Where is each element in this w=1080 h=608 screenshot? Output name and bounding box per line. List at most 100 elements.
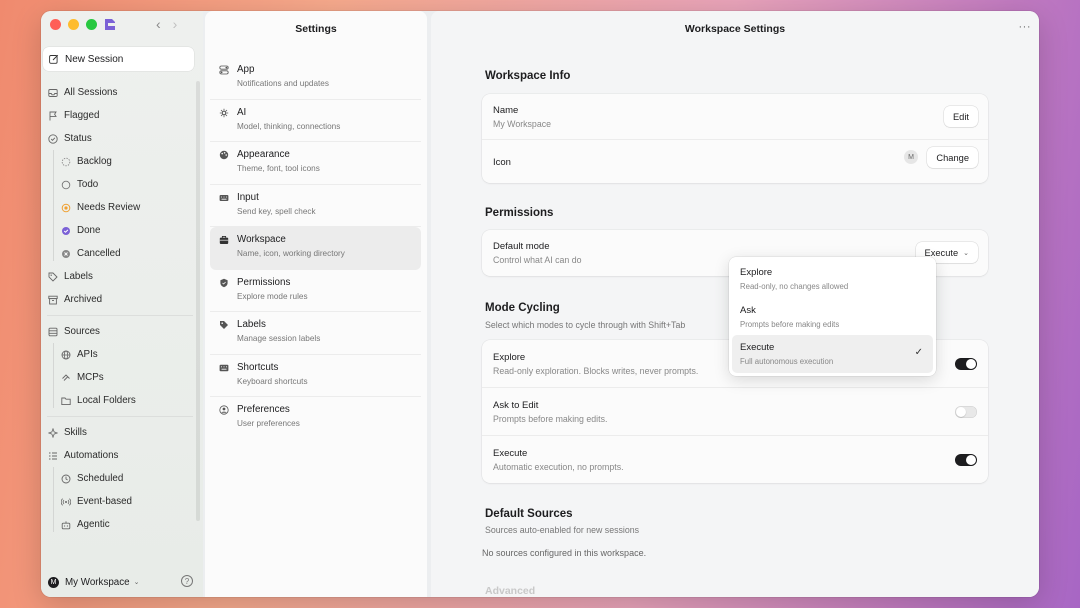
settings-item-title: Labels (237, 319, 266, 330)
archive-icon (48, 295, 58, 305)
sidebar-item-archived[interactable]: Archived (41, 288, 201, 311)
zoom-window-button[interactable] (86, 19, 97, 30)
sidebar-item-scheduled[interactable]: Scheduled (41, 467, 201, 490)
settings-item-title: App (237, 64, 255, 75)
settings-item-title: Shortcuts (237, 361, 279, 373)
execute-mode-toggle[interactable] (955, 454, 977, 466)
sidebar-item-done[interactable]: Done (41, 219, 201, 242)
chevron-down-icon: ⌄ (133, 579, 140, 586)
app-logo-icon (105, 19, 115, 30)
settings-item-preferences[interactable]: Preferences User preferences (210, 397, 421, 440)
sidebar-item-mcps[interactable]: MCPs (41, 366, 201, 389)
sidebar-item-all-sessions[interactable]: All Sessions (41, 81, 201, 104)
sidebar-item-label: Done (77, 225, 101, 236)
settings-item-desc: Name, icon, working directory (237, 249, 345, 258)
sidebar-item-local-folders[interactable]: Local Folders (41, 389, 201, 412)
more-options-icon[interactable]: ··· (1019, 21, 1032, 33)
minimize-window-button[interactable] (68, 19, 79, 30)
workspace-switcher[interactable]: M My Workspace ⌄ ? (41, 571, 203, 593)
workspace-info-card: Name My Workspace Edit Icon M Change (482, 94, 988, 183)
explore-mode-toggle[interactable] (955, 358, 977, 370)
mode-row-ask-to-edit: Ask to Edit Prompts before making edits. (482, 388, 988, 436)
settings-panel: Settings App Notifications and updates AI… (205, 11, 427, 597)
sidebar-item-label: Local Folders (77, 395, 136, 406)
sidebar-item-skills[interactable]: Skills (41, 421, 201, 444)
globe-icon (61, 350, 71, 360)
forward-arrow-icon[interactable]: › (173, 16, 178, 32)
settings-item-workspace[interactable]: Workspace Name, icon, working directory (210, 227, 421, 270)
status-group: Backlog Todo Needs Review Done Cancelled (41, 150, 201, 265)
settings-item-title: Permissions (237, 276, 291, 288)
sidebar-item-label: All Sessions (64, 87, 118, 98)
sidebar-item-apis[interactable]: APIs (41, 343, 201, 366)
settings-item-labels[interactable]: Labels Manage session labels (210, 312, 421, 355)
sidebar-item-automations[interactable]: Automations (41, 444, 201, 467)
help-icon[interactable]: ? (181, 575, 193, 587)
command-icon (219, 363, 229, 373)
sidebar-item-label: Todo (77, 179, 99, 190)
status-icon (48, 133, 58, 144)
back-arrow-icon[interactable]: ‹ (156, 16, 161, 32)
sidebar-scrollbar[interactable] (196, 81, 200, 521)
settings-item-app[interactable]: App Notifications and updates (210, 57, 421, 100)
workspace-icon-row: Icon M Change (482, 140, 988, 183)
settings-item-desc: Send key, spell check (237, 206, 316, 216)
database-icon (48, 327, 58, 337)
dropdown-option-execute[interactable]: Execute Full autonomous execution ✓ (732, 335, 933, 373)
sidebar-item-agentic[interactable]: Agentic (41, 513, 201, 536)
backlog-status-icon (61, 157, 71, 167)
close-window-button[interactable] (50, 19, 61, 30)
settings-item-desc: Model, thinking, connections (237, 121, 341, 131)
sidebar-item-event-based[interactable]: Event-based (41, 490, 201, 513)
cancelled-status-icon (61, 249, 71, 259)
workspace-icon-preview: M (904, 150, 918, 164)
icon-label: Icon (493, 157, 511, 168)
settings-item-appearance[interactable]: Appearance Theme, font, tool icons (210, 142, 421, 185)
no-sources-note: No sources configured in this workspace. (482, 548, 647, 558)
new-session-label: New Session (65, 53, 124, 65)
user-icon (219, 405, 229, 415)
sidebar-item-todo[interactable]: Todo (41, 173, 201, 196)
settings-item-permissions[interactable]: Permissions Explore mode rules (210, 270, 421, 312)
sidebar-item-flagged[interactable]: Flagged (41, 104, 201, 127)
workspace-avatar: M (48, 576, 59, 588)
mode-desc: Read-only exploration. Blocks writes, ne… (493, 366, 699, 376)
sidebar-item-status[interactable]: Status (41, 127, 201, 150)
settings-item-ai[interactable]: AI Model, thinking, connections (210, 100, 421, 142)
sidebar-item-labels[interactable]: Labels (41, 265, 201, 288)
sources-group: APIs MCPs Local Folders (41, 343, 201, 412)
clock-icon (61, 474, 71, 484)
settings-item-desc: Explore mode rules (237, 291, 308, 301)
default-sources-subtitle: Sources auto-enabled for new sessions (485, 525, 640, 535)
sidebar-item-cancelled[interactable]: Cancelled (41, 242, 201, 265)
workspace-name-row: Name My Workspace Edit (482, 94, 988, 140)
sidebar-divider (47, 315, 193, 316)
sidebar-item-label: Flagged (64, 110, 100, 121)
change-icon-button[interactable]: Change (927, 147, 978, 168)
settings-item-shortcuts[interactable]: Shortcuts Keyboard shortcuts (210, 355, 421, 397)
sidebar-item-sources[interactable]: Sources (41, 320, 201, 343)
sidebar-item-backlog[interactable]: Backlog (41, 150, 201, 173)
name-label: Name (493, 105, 519, 116)
settings-title: Settings (295, 23, 337, 35)
sidebar-item-label: Backlog (77, 156, 112, 167)
mode-row-execute: Execute Automatic execution, no prompts. (482, 436, 988, 483)
workspace-name-value: My Workspace (493, 119, 552, 129)
mode-desc: Automatic execution, no prompts. (493, 462, 624, 472)
workspace-name: My Workspace (65, 576, 130, 588)
sidebar-item-needs-review[interactable]: Needs Review (41, 196, 201, 219)
advanced-heading: Advanced (485, 585, 536, 597)
dropdown-option-explore[interactable]: Explore Read-only, no changes allowed (732, 260, 933, 298)
dropdown-option-ask[interactable]: Ask Prompts before making edits (732, 298, 933, 336)
todo-status-icon (61, 180, 71, 190)
window-controls (50, 19, 97, 30)
ask-to-edit-mode-toggle[interactable] (955, 406, 977, 418)
checkmark-icon: ✓ (914, 347, 923, 358)
settings-item-input[interactable]: Input Send key, spell check (210, 185, 421, 227)
option-title: Ask (740, 304, 756, 316)
settings-item-desc: Notifications and updates (237, 79, 329, 88)
new-session-button[interactable]: New Session (43, 47, 194, 71)
edit-name-button[interactable]: Edit (943, 106, 978, 127)
broadcast-icon (61, 497, 71, 507)
tag-icon (219, 320, 229, 330)
